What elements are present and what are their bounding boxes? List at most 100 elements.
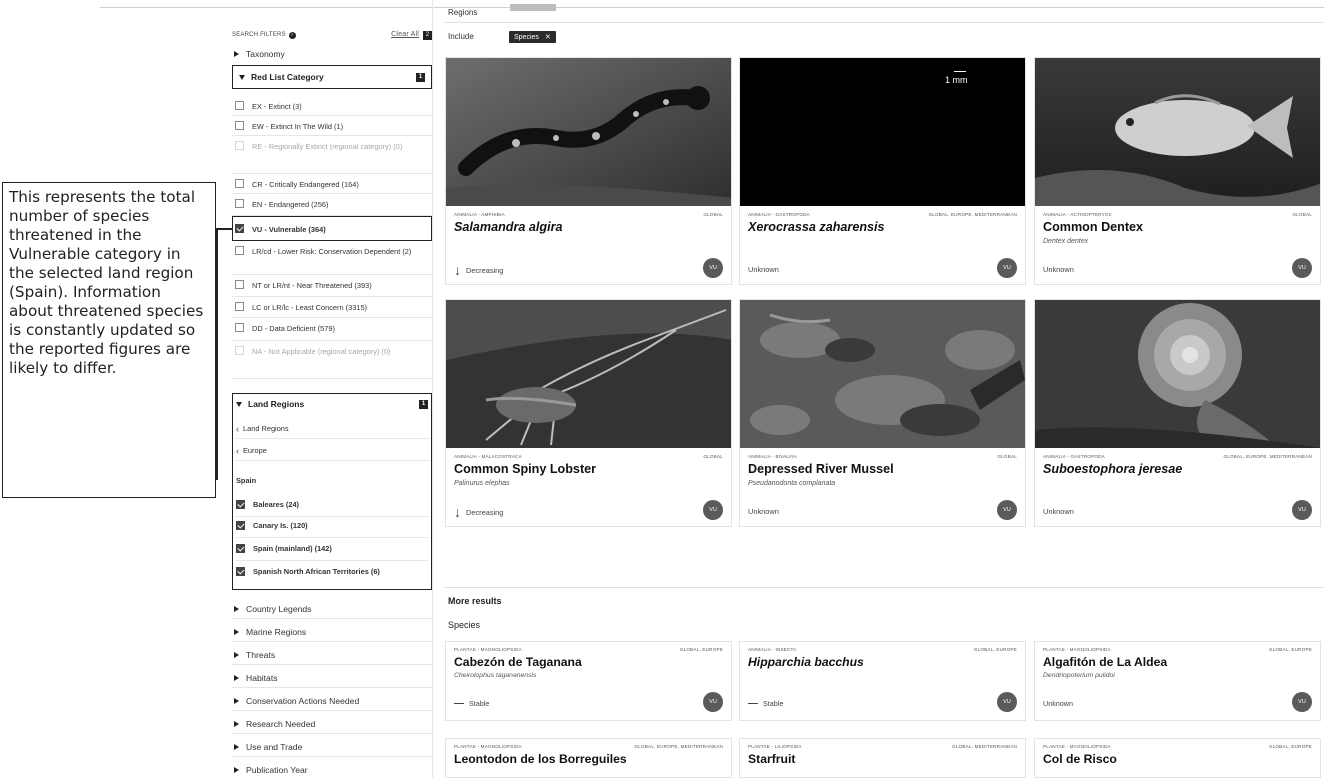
species-card[interactable]: ANIMALIA - MALACOSTRACA GLOBAL Common Spin… — [445, 299, 732, 527]
card-species-name[interactable]: Xerocrassa zaharensis — [748, 220, 885, 234]
filter-country-legends[interactable]: Country Legends — [232, 599, 432, 619]
expand-arrow-icon — [234, 651, 239, 658]
land-regions-header[interactable]: Land Regions 1 — [236, 396, 428, 412]
red-list-option[interactable]: EX - Extinct (3) — [232, 96, 432, 116]
option-label: DD - Data Deficient (579) — [252, 324, 335, 333]
breadcrumb-europe[interactable]: ‹ Europe — [236, 441, 430, 461]
red-list-option[interactable]: EW - Extinct In The Wild (1) — [232, 116, 432, 136]
expand-arrow-icon — [234, 605, 239, 612]
species-card[interactable]: ANIMALIA - GASTROPODA GLOBAL, EUROPE, MED… — [1034, 299, 1321, 527]
red-list-option[interactable]: DD - Data Deficient (579) — [232, 318, 432, 341]
result-card[interactable]: PLANTAE - MAGNOLIOPSIDA GLOBAL, EUROPE Cab… — [445, 641, 732, 721]
species-photo[interactable] — [1035, 300, 1320, 448]
checkbox[interactable] — [235, 121, 244, 130]
red-list-option[interactable]: EN - Endangered (256) — [232, 194, 432, 216]
card-kingdom-class: ANIMALIA - MALACOSTRACA — [454, 454, 522, 459]
result-card[interactable]: PLANTAE - MAGNOLIOPSIDA GLOBAL, EUROPE, M… — [445, 738, 732, 778]
checkbox[interactable] — [235, 302, 244, 311]
filter-label: Publication Year — [246, 764, 308, 775]
card-species-name[interactable]: Common Dentex — [1043, 220, 1143, 234]
card-kingdom-class: ANIMALIA - BIVALVIA — [748, 454, 797, 459]
checkbox[interactable] — [235, 199, 244, 208]
breadcrumb-land-regions[interactable]: ‹ Land Regions — [236, 419, 430, 439]
card-species-name[interactable]: Starfruit — [748, 752, 795, 766]
card-species-name[interactable]: Salamandra algira — [454, 220, 563, 234]
filter-use-and-trade[interactable]: Use and Trade — [232, 737, 432, 757]
filter-label: Research Needed — [246, 718, 316, 729]
checkbox[interactable] — [236, 567, 245, 576]
species-section-title: Species — [448, 620, 481, 630]
annotation-callout: This represents the total number of spec… — [2, 182, 216, 498]
result-card[interactable]: ANIMALIA - INSECTA GLOBAL, EUROPE Hipparch… — [739, 641, 1026, 721]
red-list-option[interactable]: NT or LR/nt - Near Threatened (393) — [232, 275, 432, 297]
checkbox[interactable] — [236, 544, 245, 553]
species-card[interactable]: ANIMALIA - BIVALVIA GLOBAL Depressed River… — [739, 299, 1026, 527]
trend-label: Decreasing — [466, 265, 504, 275]
checkbox[interactable] — [235, 179, 244, 188]
checkbox[interactable] — [235, 346, 244, 355]
option-label: Baleares (24) — [253, 500, 300, 509]
red-list-option[interactable]: LC or LR/lc - Least Concern (3315) — [232, 297, 432, 318]
species-card[interactable]: 1 mm ANIMALIA - GASTROPODA GLOBAL, EUROPE,… — [739, 57, 1026, 285]
breadcrumb-label: Europe — [243, 446, 267, 455]
species-card[interactable]: ANIMALIA - AMPHIBIA GLOBAL Salamandra algi… — [445, 57, 732, 285]
card-scope: GLOBAL, EUROPE, MEDITERRANEAN — [928, 212, 1017, 217]
info-icon[interactable]: i — [288, 31, 296, 39]
card-taxonomy: PLANTAE - LILIOPSIDA GLOBAL, MEDITERRANEA… — [748, 744, 1017, 749]
filter-habitats[interactable]: Habitats — [232, 668, 432, 688]
land-region-option[interactable]: Spain (mainland) (142) — [236, 539, 428, 561]
filter-marine-regions[interactable]: Marine Regions — [232, 622, 432, 642]
species-photo[interactable] — [446, 58, 731, 206]
result-card[interactable]: PLANTAE - MAGNOLIOPSIDA GLOBAL, EUROPE Alg… — [1034, 641, 1321, 721]
regions-tag[interactable] — [510, 4, 556, 11]
card-scientific-name: Pseudanodonta complanata — [748, 480, 836, 487]
checkbox[interactable] — [235, 141, 244, 150]
red-list-category-header[interactable]: Red List Category 1 — [232, 65, 432, 89]
filter-research-needed[interactable]: Research Needed — [232, 714, 432, 734]
card-species-name[interactable]: Algafitón de La Aldea — [1043, 655, 1167, 669]
checkbox[interactable] — [236, 521, 245, 530]
checkbox[interactable] — [235, 280, 244, 289]
checkbox[interactable] — [235, 246, 244, 255]
card-species-name[interactable]: Leontodon de los Borreguiles — [454, 752, 627, 766]
filter-publication-year[interactable]: Publication Year — [232, 760, 432, 778]
top-divider — [100, 7, 1324, 8]
card-scope: GLOBAL, EUROPE, MEDITERRANEAN — [634, 744, 723, 749]
red-list-option[interactable]: RE - Regionally Extinct (regional catego… — [232, 136, 432, 174]
filter-taxonomy[interactable]: Taxonomy — [232, 46, 432, 62]
card-species-name[interactable]: Depressed River Mussel — [748, 462, 894, 476]
checkbox[interactable] — [235, 323, 244, 332]
red-list-option[interactable]: CR - Critically Endangered (164) — [232, 174, 432, 194]
species-photo[interactable] — [446, 300, 731, 448]
result-card[interactable]: PLANTAE - MAGNOLIOPSIDA GLOBAL, EUROPE Col… — [1034, 738, 1321, 778]
card-taxonomy: PLANTAE - MAGNOLIOPSIDA GLOBAL, EUROPE — [454, 647, 723, 652]
land-region-option[interactable]: Canary Is. (120) — [236, 516, 428, 538]
species-photo[interactable] — [740, 300, 1025, 448]
card-species-name[interactable]: Common Spiny Lobster — [454, 462, 596, 476]
card-kingdom-class: ANIMALIA - ACTINOPTERYGII — [1043, 212, 1112, 217]
land-region-option[interactable]: Spanish North African Territories (6) — [236, 562, 428, 584]
red-list-option[interactable]: NA - Not Applicable (regional category) … — [232, 341, 432, 379]
species-filter-chip[interactable]: Species ✕ — [509, 31, 556, 43]
card-species-name[interactable]: Col de Risco — [1043, 752, 1117, 766]
card-species-name[interactable]: Hipparchia bacchus — [748, 655, 864, 669]
close-icon[interactable]: ✕ — [545, 33, 551, 41]
red-list-option[interactable]: LR/cd - Lower Risk: Conservation Depende… — [232, 241, 432, 275]
clear-all-link[interactable]: Clear All — [391, 31, 419, 38]
card-species-name[interactable]: Cabezón de Taganana — [454, 655, 582, 669]
checkbox[interactable] — [235, 101, 244, 110]
card-kingdom-class: ANIMALIA - GASTROPODA — [748, 212, 810, 217]
result-card[interactable]: PLANTAE - LILIOPSIDA GLOBAL, MEDITERRANEA… — [739, 738, 1026, 778]
filter-conservation-actions-needed[interactable]: Conservation Actions Needed — [232, 691, 432, 711]
land-region-option[interactable]: Baleares (24) — [236, 495, 428, 517]
filter-threats[interactable]: Threats — [232, 645, 432, 665]
card-species-name[interactable]: Suboestophora jeresae — [1043, 462, 1182, 476]
chip-label: Species — [514, 33, 539, 41]
species-card[interactable]: ANIMALIA - ACTINOPTERYGII GLOBAL Common De… — [1034, 57, 1321, 285]
species-photo[interactable] — [1035, 58, 1320, 206]
species-photo[interactable]: 1 mm — [740, 58, 1025, 206]
card-taxonomy: PLANTAE - MAGNOLIOPSIDA GLOBAL, EUROPE — [1043, 647, 1312, 652]
card-scope: GLOBAL, EUROPE, MEDITERRANEAN — [1223, 454, 1312, 459]
trend-label: Unknown — [748, 507, 779, 516]
checkbox[interactable] — [236, 500, 245, 509]
